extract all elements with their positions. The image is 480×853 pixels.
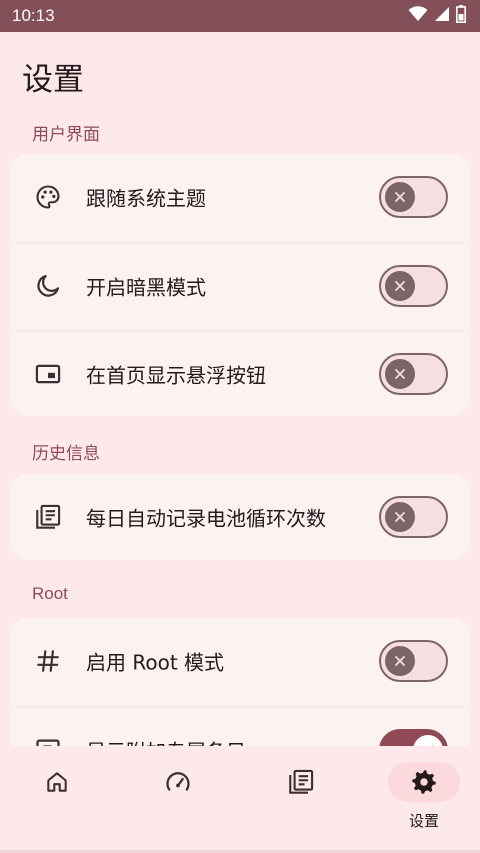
setting-label: 开启暗黑模式 [86, 275, 206, 300]
nav-item-history[interactable] [241, 746, 361, 853]
toggle-switch[interactable] [379, 640, 448, 682]
toggle-switch[interactable] [379, 353, 448, 395]
status-icons [408, 5, 466, 27]
setting-label: 跟随系统主题 [86, 186, 206, 211]
toggle-switch[interactable] [379, 265, 448, 307]
list-document-icon [265, 762, 337, 802]
section-label-root: Root [32, 584, 68, 603]
setting-follow-system-theme[interactable]: 跟随系统主题 [11, 154, 469, 240]
close-icon [385, 502, 415, 532]
speedometer-icon [142, 762, 214, 802]
gear-icon [388, 762, 460, 802]
section-label-ui: 用户界面 [32, 125, 100, 144]
status-time: 10:13 [12, 6, 55, 25]
signal-icon [434, 6, 450, 26]
hash-icon [33, 646, 63, 676]
nav-label-settings: 设置 [408, 812, 439, 830]
home-icon [21, 762, 93, 802]
close-icon [385, 182, 415, 212]
close-icon [385, 359, 415, 389]
close-icon [385, 271, 415, 301]
wifi-icon [408, 6, 428, 26]
bottom-navigation: 设置 [0, 746, 480, 853]
page-title: 设置 [22, 62, 84, 98]
settings-card-ui: 跟随系统主题 开启暗黑模式 在首页显示悬浮按钮 [11, 154, 469, 416]
list-document-icon [33, 502, 63, 532]
close-icon [385, 646, 415, 676]
settings-scroll-area[interactable]: 设置 用户界面 跟随系统主题 开启暗黑模式 在首页显示悬浮按钮 历史信息 每日自… [0, 32, 480, 746]
setting-floating-button[interactable]: 在首页显示悬浮按钮 [11, 330, 469, 416]
check-icon [413, 735, 443, 746]
palette-icon [33, 182, 63, 212]
nav-item-home[interactable] [0, 746, 117, 853]
setting-label: 启用 Root 模式 [86, 650, 225, 675]
setting-record-battery-cycles[interactable]: 每日自动记录电池循环次数 [11, 474, 469, 560]
status-bar: 10:13 [0, 0, 480, 32]
badge-icon [33, 735, 63, 746]
setting-label: 显示附加专属条目 [86, 736, 246, 747]
setting-label: 在首页显示悬浮按钮 [86, 363, 266, 388]
setting-enable-root[interactable]: 启用 Root 模式 [11, 618, 469, 704]
battery-icon [456, 5, 466, 27]
picture-in-picture-icon [33, 359, 63, 389]
setting-label: 每日自动记录电池循环次数 [86, 506, 326, 531]
nav-item-dashboard[interactable] [118, 746, 238, 853]
toggle-switch[interactable] [379, 176, 448, 218]
nav-item-settings[interactable]: 设置 [364, 746, 480, 853]
settings-card-root: 启用 Root 模式 显示附加专属条目 [11, 618, 469, 746]
toggle-switch[interactable] [379, 729, 448, 746]
settings-card-history: 每日自动记录电池循环次数 [11, 474, 469, 560]
section-label-history: 历史信息 [32, 444, 100, 463]
moon-icon [33, 271, 63, 301]
setting-extra-items[interactable]: 显示附加专属条目 [11, 706, 469, 746]
setting-dark-mode[interactable]: 开启暗黑模式 [11, 242, 469, 328]
toggle-switch[interactable] [379, 496, 448, 538]
